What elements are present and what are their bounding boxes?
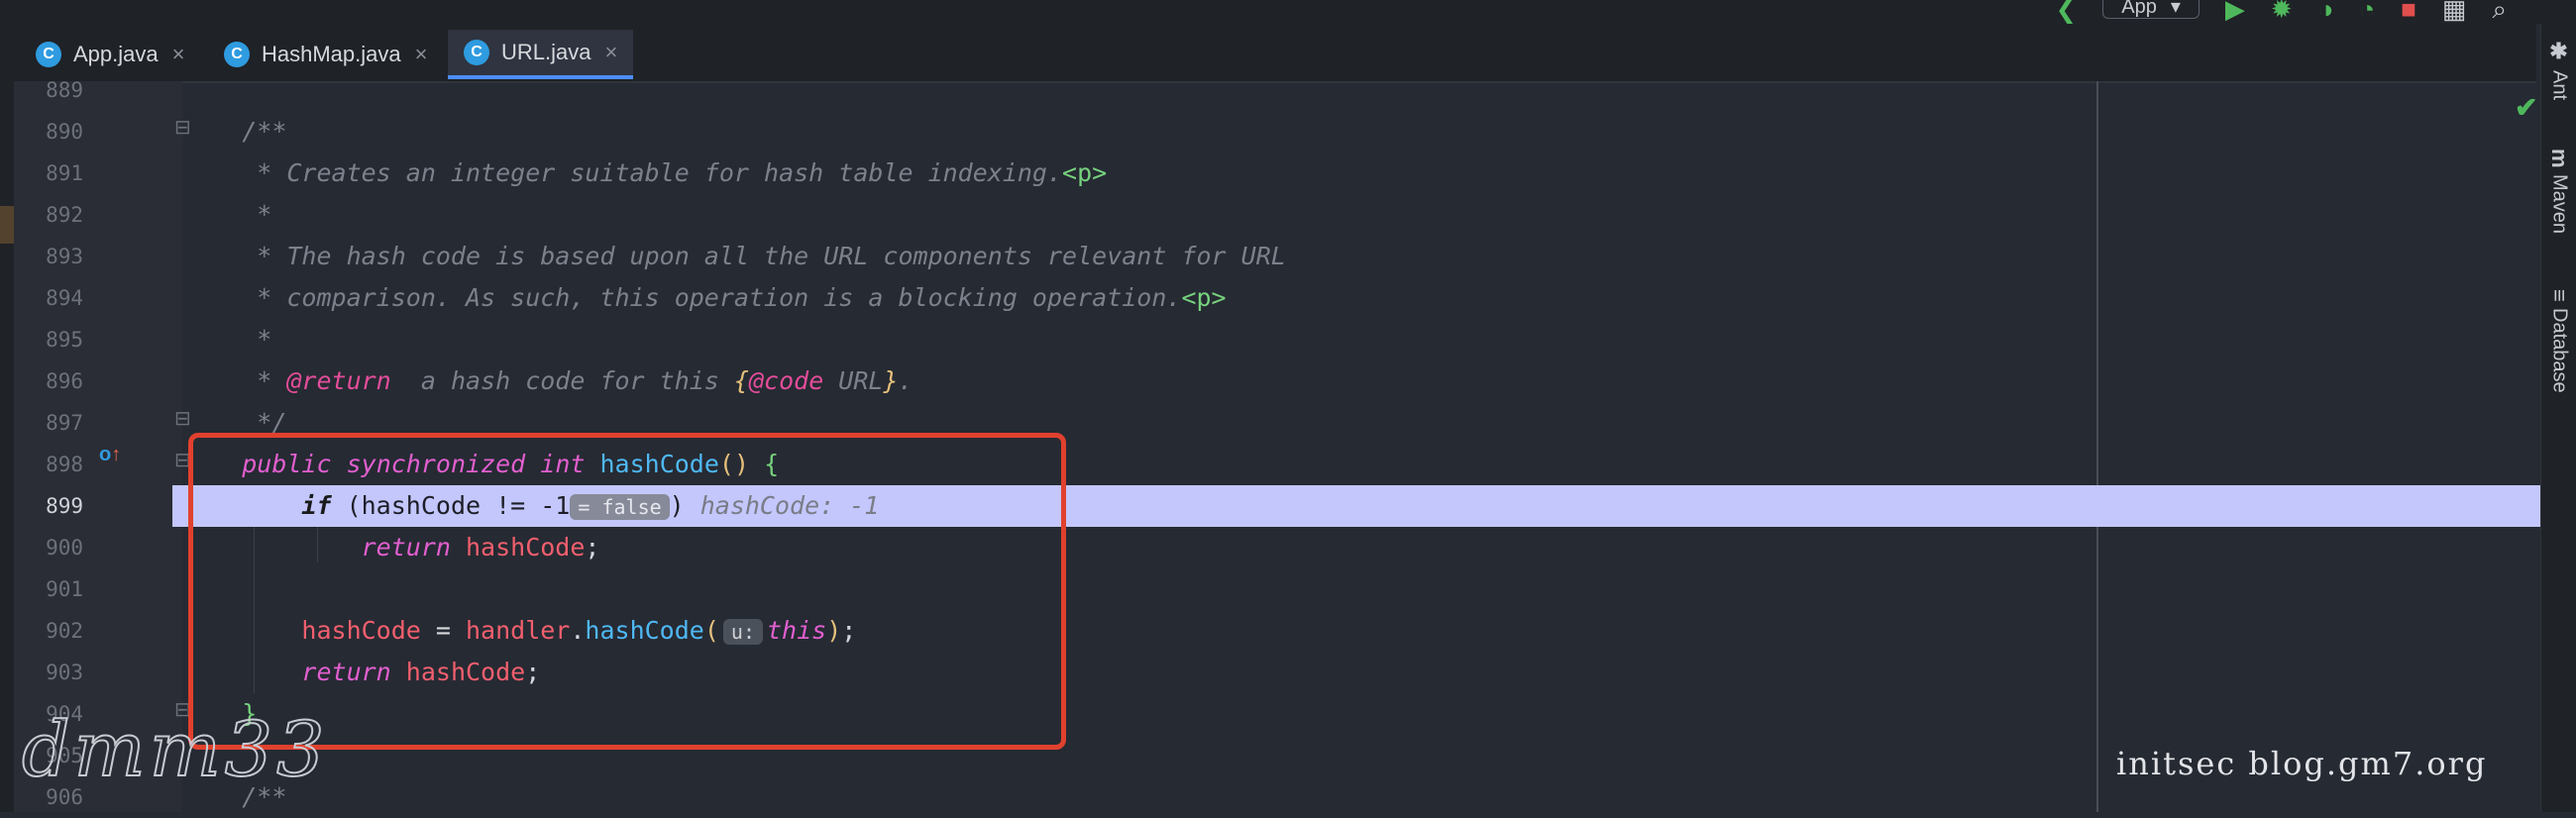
project-structure-icon[interactable]: ▦ bbox=[2442, 0, 2467, 24]
run-config-label: App bbox=[2121, 0, 2157, 18]
watermark-logo: dmm33 bbox=[21, 704, 329, 794]
line-number: 891 bbox=[46, 161, 83, 185]
watermark-text: initsec blog.gm7.org bbox=[2116, 745, 2488, 782]
tab-label: HashMap.java bbox=[262, 42, 401, 66]
comment: a hash code for this bbox=[390, 366, 734, 395]
javadoc-tag: @code bbox=[748, 366, 824, 395]
line-number: 901 bbox=[46, 577, 83, 601]
comment: * comparison. As such, this operation is… bbox=[242, 283, 1182, 312]
comment: * Creates an integer suitable for hash t… bbox=[242, 158, 1063, 187]
code-line: * comparison. As such, this operation is… bbox=[182, 277, 2540, 319]
maven-label: Maven bbox=[2548, 173, 2571, 234]
close-icon[interactable]: × bbox=[604, 40, 617, 65]
coverage-icon[interactable]: ◑ bbox=[2318, 0, 2334, 24]
run-icon[interactable]: ▶ bbox=[2225, 0, 2245, 24]
line-number: 902 bbox=[46, 619, 83, 643]
java-class-icon: C bbox=[464, 40, 489, 65]
line-number-current: 899 bbox=[46, 494, 83, 518]
line-number: 890 bbox=[46, 120, 83, 144]
javadoc-tag: @return bbox=[286, 366, 391, 395]
code-line: /** bbox=[182, 111, 2540, 153]
comment: * bbox=[242, 325, 272, 354]
code-line: * Creates an integer suitable for hash t… bbox=[182, 153, 2540, 194]
override-method-icon[interactable]: o↑ bbox=[99, 444, 121, 466]
chevron-down-icon: ▾ bbox=[2170, 0, 2181, 18]
inspection-ok-icon[interactable]: ✔ bbox=[2515, 91, 2537, 124]
line-number: 900 bbox=[46, 536, 83, 560]
line-number: 896 bbox=[46, 369, 83, 393]
tab-label: URL.java bbox=[501, 40, 591, 64]
ant-label: Ant bbox=[2548, 70, 2571, 101]
right-tool-window-bar: ✱ Ant m Maven ≡ Database bbox=[2540, 24, 2576, 812]
java-class-icon: C bbox=[36, 42, 61, 67]
comment: URL bbox=[823, 366, 884, 395]
code-line: * The hash code is based upon all the UR… bbox=[182, 236, 2540, 277]
run-toolbar: ❮ App ▾ ▶ ✹ ◑ ◔ ■ ▦ ⌕ bbox=[2055, 0, 2507, 24]
back-icon[interactable]: ❮ bbox=[2055, 0, 2077, 24]
profile-icon[interactable]: ◔ bbox=[2359, 0, 2375, 24]
ant-icon: ✱ bbox=[2547, 40, 2572, 64]
javadoc-brace: { bbox=[733, 366, 749, 395]
top-toolbar: ❮ App ▾ ▶ ✹ ◑ ◔ ■ ▦ ⌕ bbox=[0, 0, 2576, 24]
line-number: 898 bbox=[46, 453, 83, 476]
comment: * The hash code is based upon all the UR… bbox=[242, 242, 1286, 270]
maven-icon: m bbox=[2547, 149, 2572, 168]
database-label: Database bbox=[2548, 307, 2571, 393]
database-tool-button[interactable]: ≡ Database bbox=[2541, 289, 2576, 392]
maven-tool-button[interactable]: m Maven bbox=[2541, 149, 2576, 234]
debug-icon[interactable]: ✹ bbox=[2271, 0, 2293, 24]
html-tag: <p> bbox=[1181, 283, 1227, 312]
line-number: 895 bbox=[46, 328, 83, 352]
line-number: 889 bbox=[46, 78, 83, 102]
line-number: 893 bbox=[46, 245, 83, 268]
run-configuration-selector[interactable]: App ▾ bbox=[2102, 0, 2200, 19]
stop-icon[interactable]: ■ bbox=[2401, 0, 2416, 24]
close-icon[interactable]: × bbox=[415, 42, 428, 67]
html-tag: <p> bbox=[1062, 158, 1108, 187]
line-number: 892 bbox=[46, 203, 83, 227]
code-line: * bbox=[182, 319, 2540, 360]
code-line: * @return a hash code for this {@code UR… bbox=[182, 360, 2540, 402]
line-number: 903 bbox=[46, 661, 83, 684]
line-number: 897 bbox=[46, 411, 83, 435]
tab-label: App.java bbox=[73, 42, 159, 66]
bookmark-marker bbox=[0, 206, 14, 244]
line-number: 894 bbox=[46, 286, 83, 310]
left-tool-strip bbox=[0, 81, 14, 812]
search-icon[interactable]: ⌕ bbox=[2492, 0, 2507, 24]
code-line: * bbox=[182, 194, 2540, 236]
database-icon: ≡ bbox=[2547, 289, 2572, 302]
ant-tool-button[interactable]: ✱ Ant bbox=[2541, 40, 2576, 100]
comment: /** bbox=[242, 117, 287, 146]
comment: * bbox=[242, 200, 272, 229]
javadoc-brace: } bbox=[883, 366, 899, 395]
annotation-highlight-box bbox=[188, 433, 1066, 750]
close-icon[interactable]: × bbox=[172, 42, 185, 67]
comment: . bbox=[898, 366, 913, 395]
comment: * bbox=[242, 366, 287, 395]
java-class-icon: C bbox=[224, 42, 250, 67]
